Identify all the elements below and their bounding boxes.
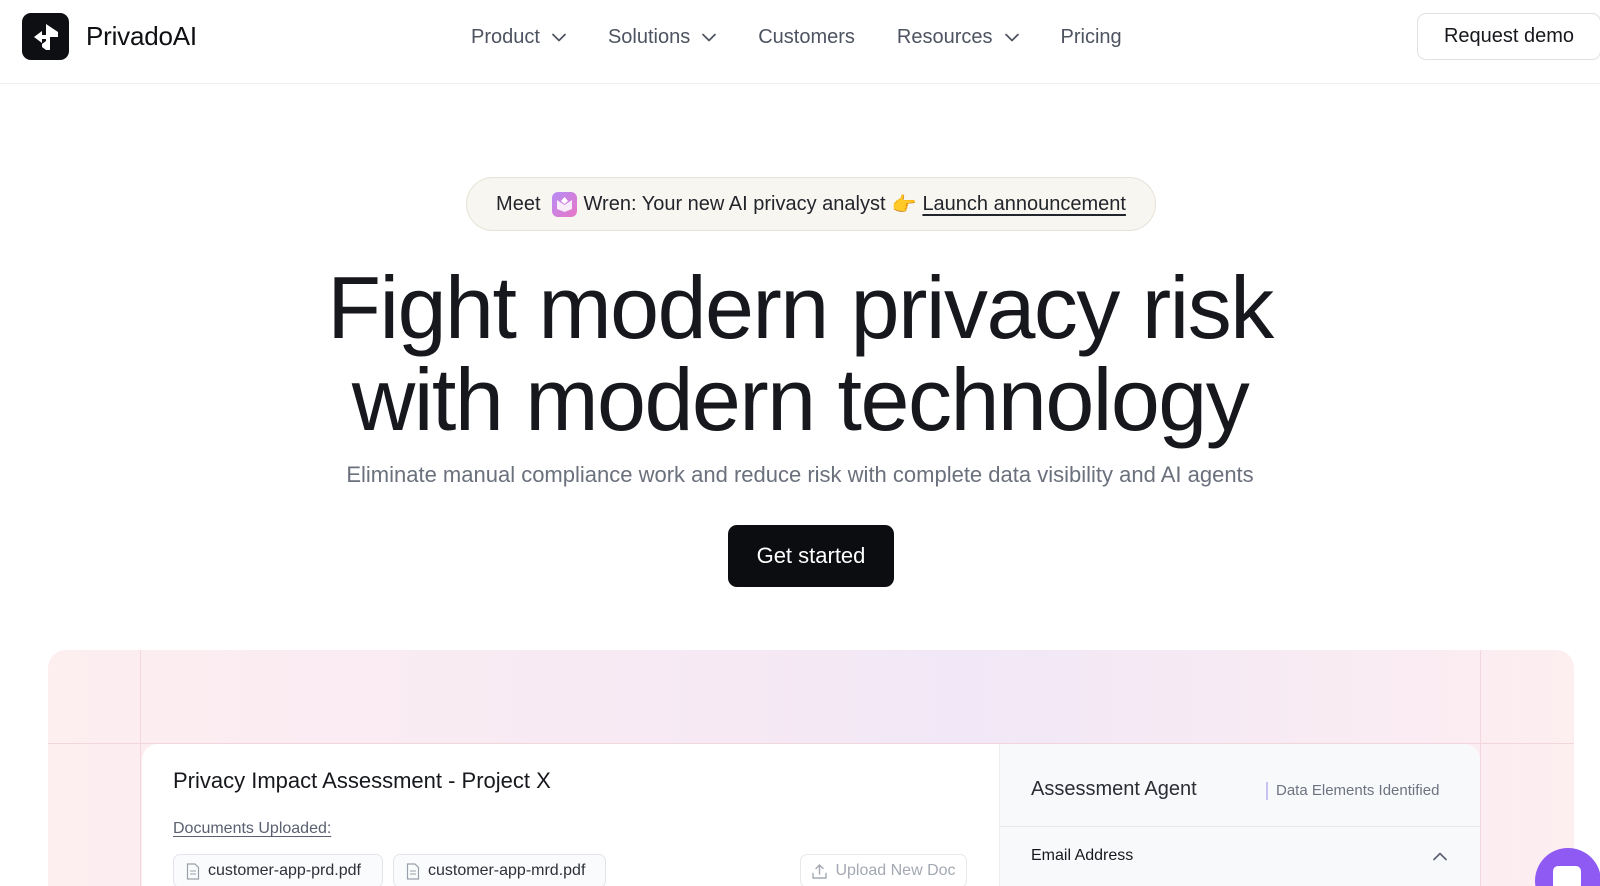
launch-announcement-link[interactable]: Launch announcement bbox=[922, 193, 1126, 216]
grid-line bbox=[140, 650, 141, 886]
nav-item-label: Product bbox=[471, 25, 540, 48]
documents-uploaded-label: Documents Uploaded: bbox=[173, 820, 332, 837]
nav-item-pricing[interactable]: Pricing bbox=[1061, 26, 1122, 49]
nav-item-label: Resources bbox=[896, 25, 993, 48]
nav-item-solutions[interactable]: Solutions bbox=[607, 25, 717, 49]
assessment-title: Privacy Impact Assessment - Project X bbox=[173, 768, 551, 793]
agent-tag-divider bbox=[1266, 782, 1268, 800]
announcement-prefix: Meet bbox=[496, 192, 541, 215]
site-header: PrivadoAI Product Solutions Customers Re… bbox=[0, 0, 1600, 84]
agent-title: Assessment Agent bbox=[1031, 778, 1197, 800]
assessment-panel: Privacy Impact Assessment - Project X Do… bbox=[142, 744, 999, 886]
file-name: customer-app-prd.pdf bbox=[208, 862, 361, 879]
brand-logo[interactable]: PrivadoAI bbox=[22, 13, 197, 60]
upload-new-doc-button[interactable]: Upload New Doc bbox=[800, 854, 967, 886]
grid-line bbox=[1480, 650, 1481, 886]
chevron-down-icon bbox=[702, 33, 717, 42]
nav-item-label: Customers bbox=[758, 25, 855, 48]
hero-title-line-2: with modern technology bbox=[351, 350, 1250, 449]
nav-item-label: Pricing bbox=[1060, 25, 1122, 48]
chevron-down-icon bbox=[1004, 33, 1019, 42]
nav-item-resources[interactable]: Resources bbox=[897, 26, 1019, 49]
main-nav: Product Solutions Customers Resources Pr… bbox=[471, 23, 1122, 51]
chevron-up-icon[interactable] bbox=[1433, 848, 1447, 866]
announcement-banner[interactable]: Meet Wren: Your new AI privacy analyst 👉… bbox=[466, 177, 1156, 231]
upload-label: Upload New Doc bbox=[835, 862, 956, 879]
agent-tag: Data Elements Identified bbox=[1276, 782, 1440, 799]
pointing-hand-icon: 👉 bbox=[891, 193, 917, 216]
data-element-row[interactable]: Email Address bbox=[1031, 847, 1133, 865]
chat-icon bbox=[1553, 866, 1581, 886]
upload-icon bbox=[812, 863, 828, 879]
chevron-down-icon bbox=[552, 33, 566, 42]
hero-title: Fight modern privacy risk with modern te… bbox=[0, 262, 1600, 446]
privado-logo-icon bbox=[22, 13, 69, 60]
assessment-preview-card: Privacy Impact Assessment - Project X Do… bbox=[142, 744, 1480, 886]
get-started-button[interactable]: Get started bbox=[728, 525, 894, 587]
announcement-text: Wren: Your new AI privacy analyst bbox=[583, 192, 886, 215]
nav-item-customers[interactable]: Customers bbox=[758, 26, 855, 49]
file-chip[interactable]: customer-app-prd.pdf bbox=[173, 854, 383, 886]
divider bbox=[1000, 826, 1480, 827]
hero-title-line-1: Fight modern privacy risk bbox=[327, 258, 1274, 357]
nav-item-label: Solutions bbox=[607, 25, 691, 48]
brand-name: PrivadoAI bbox=[86, 21, 197, 51]
file-name: customer-app-mrd.pdf bbox=[428, 862, 586, 879]
request-demo-button[interactable]: Request demo bbox=[1417, 13, 1600, 60]
file-icon bbox=[186, 862, 200, 880]
assessment-agent-panel: Assessment Agent Data Elements Identifie… bbox=[999, 744, 1480, 886]
file-icon bbox=[406, 862, 420, 880]
wren-icon bbox=[551, 191, 577, 217]
file-chip[interactable]: customer-app-mrd.pdf bbox=[393, 854, 606, 886]
hero-subtitle: Eliminate manual compliance work and red… bbox=[346, 462, 1254, 487]
nav-item-product[interactable]: Product bbox=[471, 26, 566, 49]
